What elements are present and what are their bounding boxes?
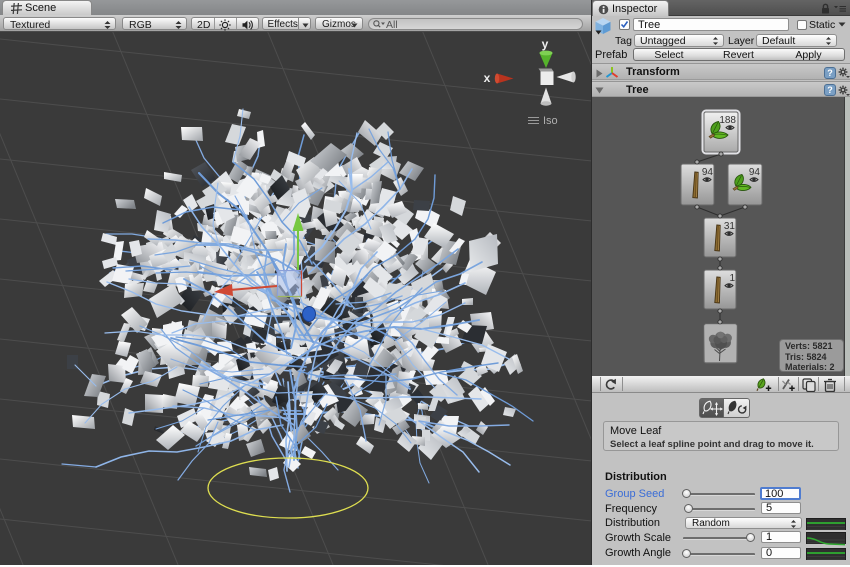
svg-text:94: 94 — [702, 167, 714, 178]
svg-text:1: 1 — [729, 273, 735, 284]
svg-text:Iso: Iso — [543, 115, 558, 127]
svg-text:188: 188 — [719, 115, 736, 126]
svg-text:31: 31 — [724, 221, 736, 232]
svg-text:y: y — [542, 37, 549, 51]
svg-text:?: ? — [827, 85, 833, 95]
svg-text:94: 94 — [749, 167, 761, 178]
svg-text:x: x — [484, 71, 491, 85]
svg-text:?: ? — [827, 68, 833, 78]
